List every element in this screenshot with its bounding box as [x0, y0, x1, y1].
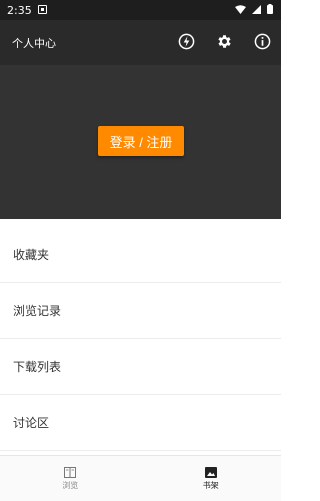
- info-button[interactable]: [253, 32, 271, 50]
- menu-item-history[interactable]: 浏览记录: [0, 283, 281, 339]
- system-icons: [235, 4, 273, 14]
- flash-button[interactable]: [177, 32, 195, 50]
- notification-icon: [38, 5, 47, 14]
- menu-item-label: 讨论区: [13, 416, 50, 430]
- nav-tab-label: 书架: [202, 480, 219, 490]
- nav-tab-bookshelf[interactable]: 书架: [141, 456, 282, 501]
- menu-item-label: 浏览记录: [13, 304, 62, 318]
- status-time: 2:35: [7, 4, 32, 17]
- menu-list: 收藏夹 浏览记录 下载列表 讨论区: [0, 227, 281, 451]
- menu-item-favorites[interactable]: 收藏夹: [0, 227, 281, 283]
- image-icon: [204, 466, 217, 478]
- status-bar: 2:35: [0, 0, 281, 20]
- flash-icon: [178, 33, 194, 49]
- menu-item-downloads[interactable]: 下载列表: [0, 339, 281, 395]
- login-register-button[interactable]: 登录 / 注册: [98, 126, 184, 156]
- battery-icon: [267, 4, 273, 14]
- nav-tab-browse[interactable]: 浏览: [0, 456, 141, 501]
- signal-icon: [252, 4, 261, 14]
- wifi-icon: [235, 4, 246, 14]
- nav-tab-label: 浏览: [62, 480, 79, 490]
- page-title: 个人中心: [12, 37, 56, 50]
- settings-button[interactable]: [215, 32, 233, 50]
- info-icon: [254, 33, 270, 49]
- profile-header: 个人中心 登录 / 注册: [0, 20, 281, 219]
- settings-icon: [217, 34, 231, 48]
- menu-item-label: 下载列表: [13, 360, 62, 374]
- bottom-navigation: 浏览 书架: [0, 455, 281, 501]
- menu-item-label: 收藏夹: [13, 248, 50, 262]
- book-icon: [64, 466, 77, 478]
- menu-item-discussion[interactable]: 讨论区: [0, 395, 281, 451]
- header-actions: [177, 32, 271, 50]
